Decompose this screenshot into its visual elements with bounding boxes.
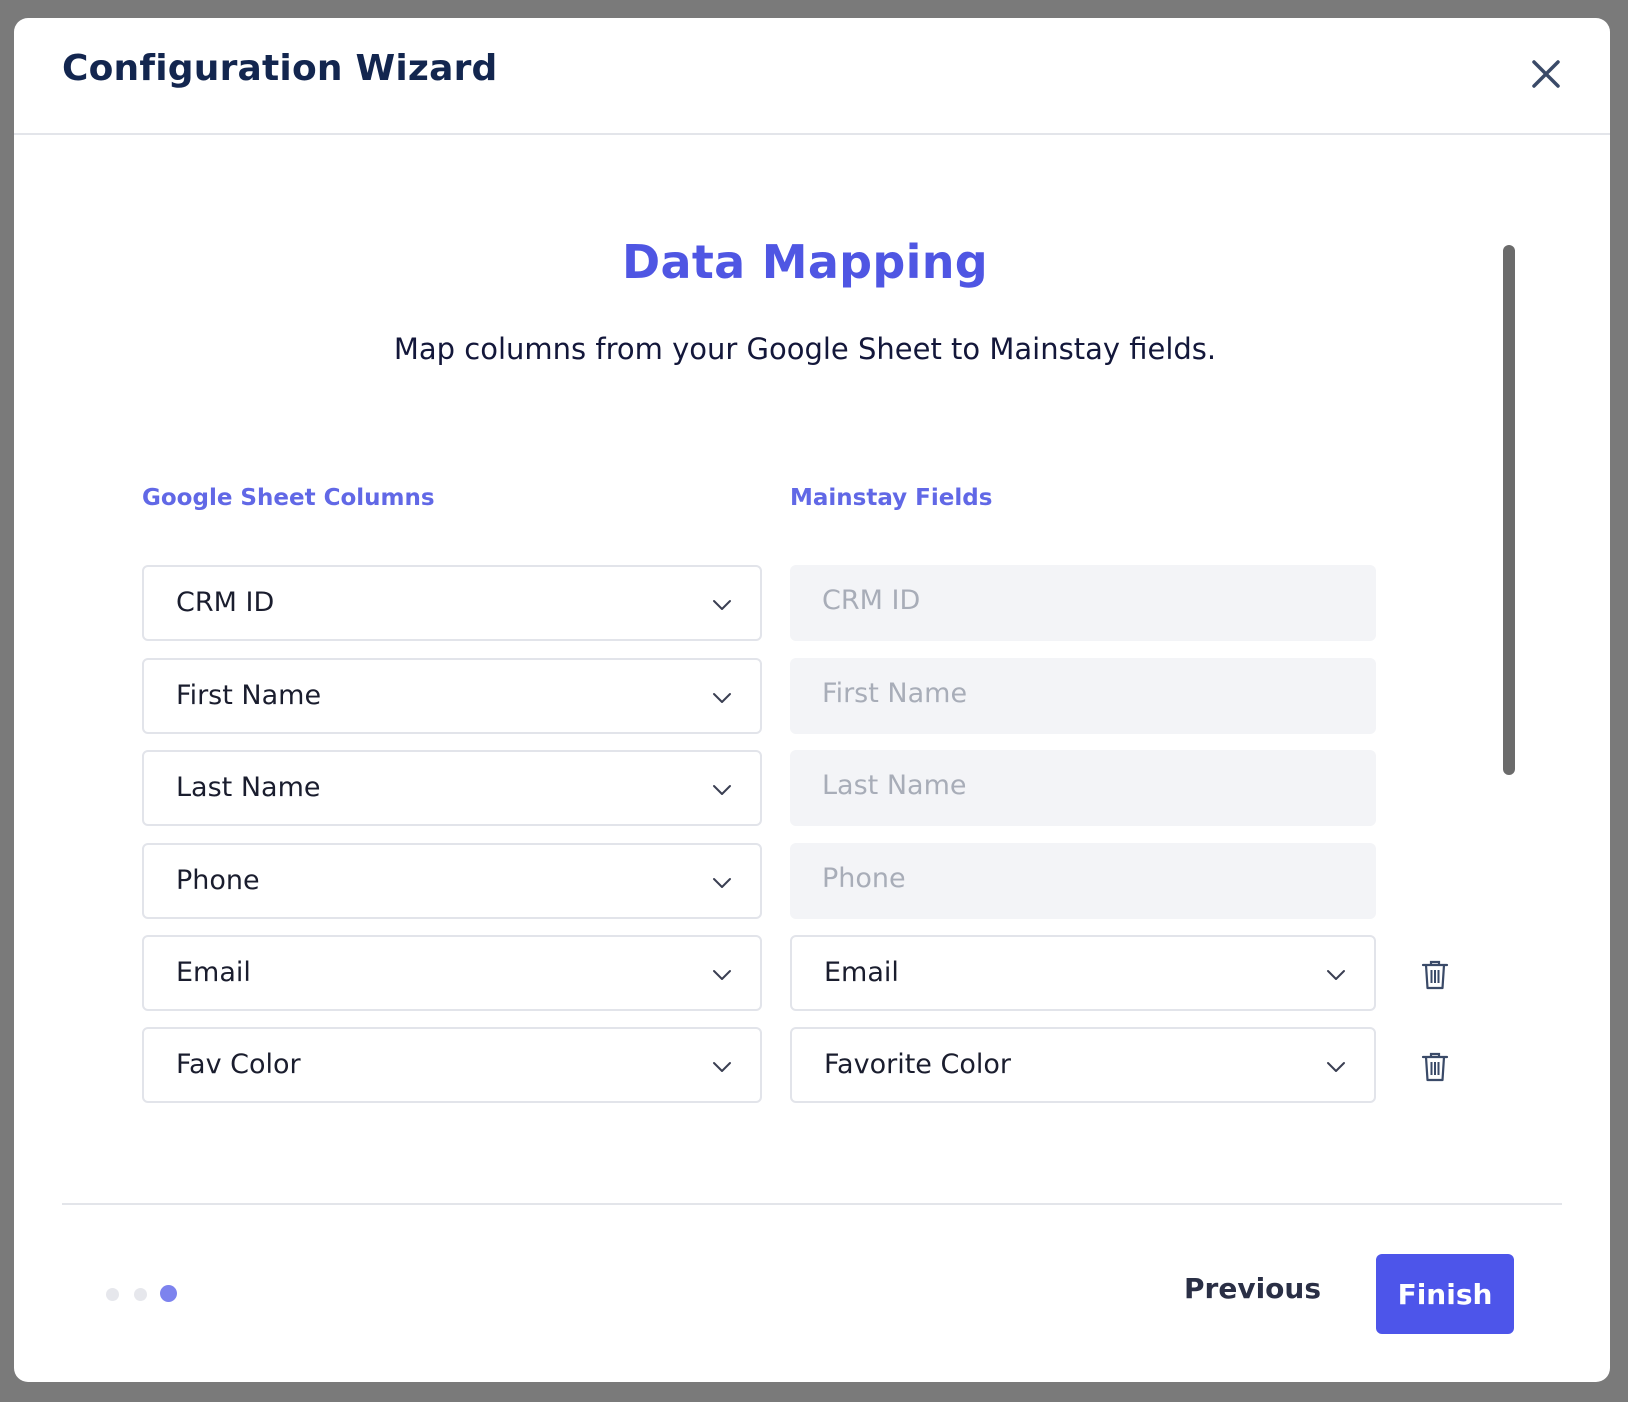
step-title: Data Mapping [622, 235, 988, 289]
sheet-column-select[interactable]: Fav Color [142, 1027, 762, 1103]
step-dot-2 [134, 1288, 147, 1301]
sheet-column-value: Phone [176, 865, 260, 896]
chevron-down-icon [710, 593, 734, 617]
previous-button[interactable]: Previous [1184, 1272, 1321, 1305]
mainstay-field-readonly: Phone [790, 843, 1376, 919]
mainstay-field-value: First Name [822, 678, 968, 709]
finish-button[interactable]: Finish [1376, 1254, 1514, 1334]
modal-title: Configuration Wizard [62, 48, 498, 89]
configuration-wizard-modal: Configuration Wizard Data Mapping Map co… [14, 18, 1610, 1382]
step-dot-1 [106, 1288, 119, 1301]
chevron-down-icon [710, 963, 734, 987]
mainstay-field-readonly: CRM ID [790, 565, 1376, 641]
mapping-row: CRM ID CRM ID [142, 565, 1442, 643]
chevron-down-icon [710, 871, 734, 895]
sheet-column-value: CRM ID [176, 587, 275, 618]
sheet-column-select[interactable]: Email [142, 935, 762, 1011]
mapping-row: First Name First Name [142, 658, 1442, 736]
mainstay-field-readonly: First Name [790, 658, 1376, 734]
close-button[interactable] [1526, 54, 1566, 94]
google-sheet-columns-header: Google Sheet Columns [142, 485, 435, 511]
trash-icon[interactable] [1420, 959, 1450, 991]
mainstay-field-value: Favorite Color [824, 1049, 1011, 1080]
mainstay-field-value: Email [824, 957, 899, 988]
sheet-column-select[interactable]: Phone [142, 843, 762, 919]
mainstay-fields-header: Mainstay Fields [790, 485, 993, 511]
sheet-column-select[interactable]: First Name [142, 658, 762, 734]
mapping-row: Fav Color Favorite Color [142, 1027, 1449, 1105]
chevron-down-icon [1324, 1055, 1348, 1079]
modal-header: Configuration Wizard [14, 18, 1610, 135]
scrollbar[interactable] [1503, 245, 1515, 775]
sheet-column-value: First Name [176, 680, 322, 711]
step-subtitle: Map columns from your Google Sheet to Ma… [393, 332, 1217, 366]
partially-hidden-row [186, 1135, 416, 1141]
chevron-down-icon [710, 686, 734, 710]
sheet-column-value: Fav Color [176, 1049, 301, 1080]
chevron-down-icon [710, 778, 734, 802]
step-dot-3-active [160, 1285, 177, 1302]
mainstay-field-value: Last Name [822, 770, 967, 801]
sheet-column-select[interactable]: CRM ID [142, 565, 762, 641]
step-indicator [106, 1283, 206, 1303]
mainstay-field-value: Phone [822, 863, 906, 894]
mapping-row: Last Name Last Name [142, 750, 1442, 828]
chevron-down-icon [1324, 963, 1348, 987]
chevron-down-icon [710, 1055, 734, 1079]
scrollbar-thumb[interactable] [1503, 245, 1515, 775]
modal-body: Data Mapping Map columns from your Googl… [14, 135, 1610, 1175]
sheet-column-value: Last Name [176, 772, 321, 803]
mainstay-field-select[interactable]: Favorite Color [790, 1027, 1376, 1103]
trash-icon[interactable] [1420, 1051, 1450, 1083]
footer-divider [62, 1203, 1562, 1205]
mainstay-field-select[interactable]: Email [790, 935, 1376, 1011]
mainstay-field-value: CRM ID [822, 585, 921, 616]
mapping-row: Email Email [142, 935, 1449, 1013]
close-icon [1532, 60, 1560, 88]
sheet-column-value: Email [176, 957, 251, 988]
mainstay-field-readonly: Last Name [790, 750, 1376, 826]
mapping-row: Phone Phone [142, 843, 1442, 921]
sheet-column-select[interactable]: Last Name [142, 750, 762, 826]
